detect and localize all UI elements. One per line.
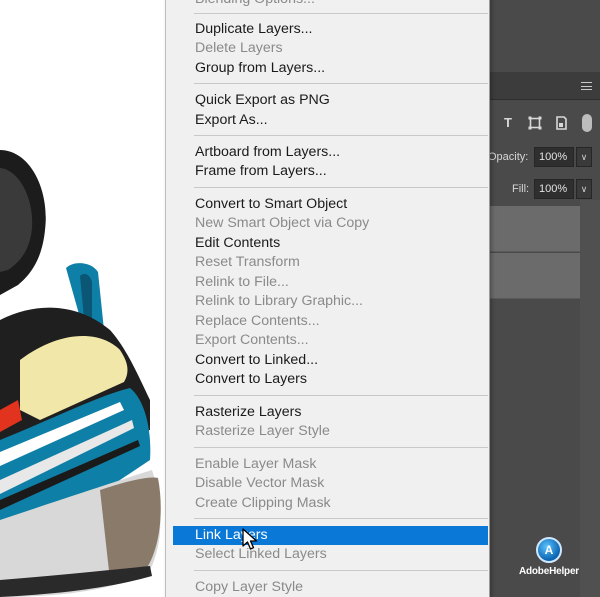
menu-item-quick-export-png[interactable]: Quick Export as PNG <box>173 91 488 110</box>
menu-item-convert-to-linked[interactable]: Convert to Linked... <box>173 351 488 370</box>
opacity-field[interactable]: 100% <box>534 147 574 167</box>
menu-item-relink-to-file[interactable]: Relink to File... <box>173 273 488 292</box>
layer-context-menu: Blending Options... Duplicate Layers... … <box>165 0 490 597</box>
menu-separator <box>194 570 488 571</box>
menu-item-new-smart-object-via-copy[interactable]: New Smart Object via Copy <box>173 214 488 233</box>
menu-item-select-linked-layers[interactable]: Select Linked Layers <box>173 545 488 564</box>
layer-row[interactable] <box>488 206 580 252</box>
menu-item-disable-vector-mask[interactable]: Disable Vector Mask <box>173 474 488 493</box>
menu-item-rasterize-layers[interactable]: Rasterize Layers <box>173 403 488 422</box>
layer-filter-row: T <box>488 108 600 138</box>
menu-separator <box>194 83 488 84</box>
opacity-row: Opacity: 100% ∨ <box>488 147 600 169</box>
menu-separator <box>194 447 488 448</box>
menu-item-rasterize-layer-style[interactable]: Rasterize Layer Style <box>173 422 488 441</box>
filter-toggle-icon[interactable] <box>582 114 592 132</box>
menu-separator <box>194 13 488 14</box>
layer-row[interactable] <box>488 253 580 299</box>
menu-item-create-clipping-mask[interactable]: Create Clipping Mask <box>173 494 488 513</box>
adobehelper-logo-icon: A <box>536 537 562 563</box>
menu-item-copy-layer-style[interactable]: Copy Layer Style <box>173 578 488 597</box>
opacity-dropdown-icon[interactable]: ∨ <box>576 147 592 167</box>
type-filter-icon[interactable]: T <box>501 116 515 130</box>
menu-item-frame-from-layers[interactable]: Frame from Layers... <box>173 162 488 181</box>
mouse-cursor-icon <box>242 528 258 550</box>
menu-item-reset-transform[interactable]: Reset Transform <box>173 253 488 272</box>
watermark-text: AdobeHelper <box>518 566 580 577</box>
menu-item-export-contents[interactable]: Export Contents... <box>173 331 488 350</box>
menu-item-edit-contents[interactable]: Edit Contents <box>173 234 488 253</box>
fill-label: Fill: <box>512 183 530 195</box>
menu-separator <box>194 395 488 396</box>
menu-item-export-as[interactable]: Export As... <box>173 111 488 130</box>
menu-item-convert-to-layers[interactable]: Convert to Layers <box>173 370 488 389</box>
menu-separator <box>194 518 488 519</box>
menu-separator <box>194 135 488 136</box>
menu-item-group-from-layers[interactable]: Group from Layers... <box>173 59 488 78</box>
menu-item-delete-layers[interactable]: Delete Layers <box>173 39 488 58</box>
menu-item-enable-layer-mask[interactable]: Enable Layer Mask <box>173 455 488 474</box>
layers-panel: T Opacity: 100% ∨ Fill: 100% ∨ <box>488 0 600 597</box>
menu-item-blending-options[interactable]: Blending Options... <box>173 0 488 9</box>
menu-item-relink-to-library-graphic[interactable]: Relink to Library Graphic... <box>173 292 488 311</box>
shape-filter-icon[interactable] <box>528 116 542 130</box>
panel-scrollbar[interactable] <box>580 200 600 597</box>
menu-separator <box>194 187 488 188</box>
fill-field[interactable]: 100% <box>534 179 574 199</box>
watermark: A AdobeHelper <box>518 537 580 577</box>
opacity-label: Opacity: <box>488 151 529 163</box>
panel-menu-icon[interactable] <box>581 82 592 90</box>
smart-object-filter-icon[interactable] <box>554 116 568 130</box>
menu-item-replace-contents[interactable]: Replace Contents... <box>173 312 488 331</box>
menu-item-link-layers[interactable]: Link Layers <box>173 526 488 545</box>
menu-item-convert-to-smart-object[interactable]: Convert to Smart Object <box>173 195 488 214</box>
menu-item-duplicate-layers[interactable]: Duplicate Layers... <box>173 20 488 39</box>
fill-dropdown-icon[interactable]: ∨ <box>576 179 592 199</box>
panel-tab-bar <box>488 72 600 100</box>
shoe-artwork <box>0 150 161 597</box>
menu-item-artboard-from-layers[interactable]: Artboard from Layers... <box>173 143 488 162</box>
fill-row: Fill: 100% ∨ <box>488 179 600 201</box>
